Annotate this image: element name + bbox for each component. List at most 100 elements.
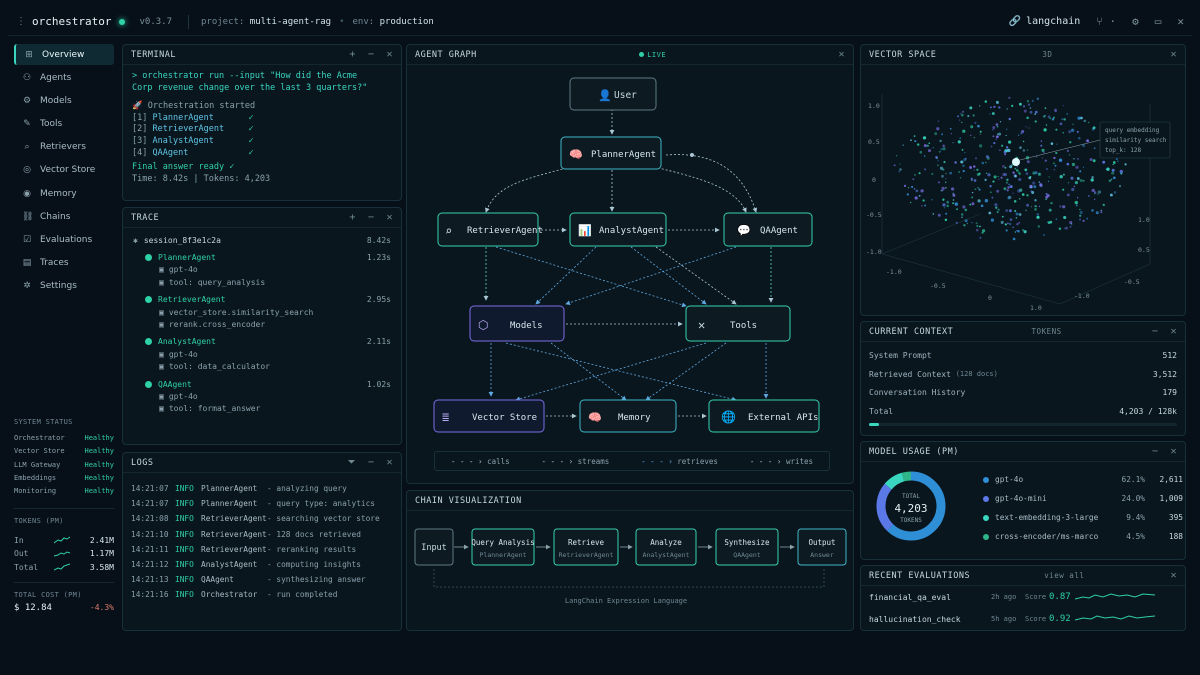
chart-icon: 📊 bbox=[578, 224, 592, 237]
branch-icon[interactable]: ⑂ · bbox=[1096, 15, 1116, 28]
sidebar: ⊞ Overview ⚇ Agents ⚙ Models ✎ Tools ⌕ Retrie… bbox=[14, 44, 114, 299]
node-memory[interactable]: 🧠 Memory bbox=[579, 399, 677, 433]
evaluations-panel: RECENT EVALUATIONS view all ✕ financial_qa… bbox=[860, 565, 1186, 631]
agent-graph-canvas: 👤 User 🧠 PlannerAgent ⌕ RetrieverAgent 📊… bbox=[433, 77, 820, 433]
close-icon[interactable]: ✕ bbox=[1177, 15, 1184, 28]
sidebar-item-models[interactable]: ⚙ Models bbox=[14, 90, 114, 111]
env-selector[interactable]: env: production bbox=[352, 17, 433, 27]
status-row: Monitoring Healthy bbox=[14, 487, 114, 496]
user-icon: 👤 bbox=[598, 89, 612, 102]
svg-text:Answer: Answer bbox=[810, 551, 834, 559]
trace-step: ▣ rerank.cross_encoder bbox=[159, 320, 266, 330]
terminal-step: [2] RetrieverAgent ✓ bbox=[132, 124, 254, 135]
evaluation-row[interactable]: hallucination_check 5h ago Score 0.92 bbox=[861, 608, 1185, 630]
chat-icon: 💬 bbox=[737, 224, 751, 237]
node-vector-store[interactable]: ≣ Vector Store bbox=[433, 399, 545, 433]
node-retriever-agent[interactable]: ⌕ RetrieverAgent bbox=[437, 212, 543, 247]
sidebar-item-overview[interactable]: ⊞ Overview bbox=[14, 44, 114, 65]
trace-session[interactable]: ✱ session_8f3e1c2a 8.42s bbox=[133, 234, 391, 246]
svg-text:Tools: Tools bbox=[730, 321, 757, 331]
minimize-icon[interactable]: − bbox=[368, 49, 375, 60]
menu-icon[interactable]: ⋮ bbox=[16, 16, 26, 27]
node-external-apis[interactable]: 🌐 External APIs bbox=[708, 399, 820, 433]
project-selector[interactable]: project: multi-agent-rag bbox=[201, 17, 331, 27]
node-models[interactable]: ⬡ Models bbox=[469, 305, 565, 342]
node-tools[interactable]: ✕ Tools bbox=[685, 305, 791, 342]
traces-icon: ▤ bbox=[22, 258, 32, 269]
close-icon[interactable]: ✕ bbox=[1170, 446, 1177, 457]
embedding-points bbox=[893, 96, 1127, 241]
sidebar-item-evaluations[interactable]: ☑ Evaluations bbox=[14, 230, 114, 251]
trace-step: ▣ gpt-4o bbox=[159, 265, 198, 275]
minimize-icon[interactable]: − bbox=[1152, 446, 1159, 457]
sidebar-item-settings[interactable]: ✲ Settings bbox=[14, 276, 114, 297]
session-icon: ✱ bbox=[133, 235, 138, 245]
sidebar-item-tools[interactable]: ✎ Tools bbox=[14, 114, 114, 135]
sidebar-item-chains[interactable]: ⛓ Chains bbox=[14, 206, 114, 227]
token-row: Total 3.58M bbox=[14, 562, 114, 572]
evaluation-row[interactable]: financial_qa_eval 2h ago Score 0.87 bbox=[861, 586, 1185, 608]
log-row: 14:21:08 INFO RetrieverAgent - searching ve… bbox=[131, 514, 380, 524]
add-icon[interactable]: + bbox=[349, 49, 356, 60]
system-status: SYSTEM STATUS Orchestrator Healthy Vector… bbox=[14, 418, 114, 613]
chain-canvas: Input Query Analysis PlannerAgent Retrie… bbox=[414, 528, 847, 605]
database-icon: ≣ bbox=[442, 410, 449, 424]
filter-icon[interactable]: ⏷ bbox=[347, 457, 356, 468]
svg-text:Synthesize: Synthesize bbox=[724, 538, 770, 547]
context-row: Total 4,203 / 128k bbox=[869, 407, 1177, 417]
trace-agent[interactable]: AnalystAgent 2.11s bbox=[133, 336, 391, 348]
context-row: System Prompt 512 bbox=[869, 350, 1177, 360]
close-icon[interactable]: ✕ bbox=[838, 49, 845, 60]
svg-text:4,203: 4,203 bbox=[894, 502, 927, 515]
node-user[interactable]: 👤 User bbox=[569, 77, 657, 111]
globe-icon: 🌐 bbox=[721, 410, 736, 424]
mode-badge[interactable]: 3D bbox=[1042, 50, 1052, 59]
view-all-link[interactable]: view all bbox=[1044, 571, 1084, 580]
langchain-link[interactable]: 🔗 langchain bbox=[1009, 16, 1081, 27]
close-icon[interactable]: ✕ bbox=[386, 457, 393, 468]
close-icon[interactable]: ✕ bbox=[1170, 326, 1177, 337]
close-icon[interactable]: ✕ bbox=[386, 212, 393, 223]
add-icon[interactable]: + bbox=[349, 212, 356, 223]
chain-step-output[interactable]: Output Answer bbox=[797, 528, 847, 566]
chain-step-input[interactable]: Input bbox=[414, 528, 454, 566]
close-icon[interactable]: ✕ bbox=[386, 49, 393, 60]
minimize-icon[interactable]: − bbox=[368, 212, 375, 223]
minimize-icon[interactable]: − bbox=[368, 457, 375, 468]
node-planner-agent[interactable]: 🧠 PlannerAgent bbox=[560, 136, 662, 170]
sparkline-icon bbox=[54, 563, 70, 571]
tick-z: 1.0 bbox=[1138, 216, 1150, 224]
model-usage-row: gpt-4o-mini 24.0% 1,009 bbox=[983, 489, 1183, 508]
trace-agent[interactable]: RetrieverAgent 2.95s bbox=[133, 294, 391, 306]
model-usage-row: gpt-4o 62.1% 2,611 bbox=[983, 470, 1183, 489]
node-analyst-agent[interactable]: 📊 AnalystAgent bbox=[569, 212, 667, 247]
terminal-stats: Time: 8.42s | Tokens: 4,203 bbox=[132, 173, 271, 184]
sidebar-item-retrievers[interactable]: ⌕ Retrievers bbox=[14, 137, 114, 158]
terminal-panel: TERMINAL + − ✕ > orchestrator run --input "… bbox=[122, 44, 402, 201]
graph-legend: - - - › calls - - - › streams - - - › re… bbox=[434, 451, 830, 471]
chain-step-query-analysis[interactable]: Query Analysis PlannerAgent bbox=[471, 528, 535, 566]
trace-agent[interactable]: PlannerAgent 1.23s bbox=[133, 251, 391, 263]
panel-title: RECENT EVALUATIONS bbox=[869, 570, 971, 581]
node-qa-agent[interactable]: 💬 QAAgent bbox=[723, 212, 813, 247]
trace-step: ▣ gpt-4o bbox=[159, 349, 198, 359]
trace-agent[interactable]: QAAgent 1.02s bbox=[133, 378, 391, 390]
chain-step-analyze[interactable]: Analyze AnalystAgent bbox=[635, 528, 697, 566]
trace-step: ▣ vector_store.similarity_search bbox=[159, 307, 314, 317]
window-icon[interactable]: ▭ bbox=[1155, 15, 1162, 28]
chain-step-synthesize[interactable]: Synthesize QAAgent bbox=[715, 528, 779, 566]
gear-icon[interactable]: ⚙ bbox=[1132, 15, 1139, 28]
chain-step-retrieve[interactable]: Retrieve RetrieverAgent bbox=[553, 528, 619, 566]
status-dot bbox=[119, 18, 126, 25]
sidebar-item-vector-store[interactable]: ◎ Vector Store bbox=[14, 160, 114, 181]
close-icon[interactable]: ✕ bbox=[1170, 49, 1177, 60]
minimize-icon[interactable]: − bbox=[1152, 326, 1159, 337]
sidebar-item-agents[interactable]: ⚇ Agents bbox=[14, 67, 114, 88]
log-row: 14:21:16 INFO Orchestrator - run completed bbox=[131, 590, 338, 600]
grid-icon: ⊞ bbox=[25, 49, 33, 60]
brain-icon: 🧠 bbox=[588, 411, 602, 424]
sidebar-item-traces[interactable]: ▤ Traces bbox=[14, 253, 114, 274]
close-icon[interactable]: ✕ bbox=[1170, 570, 1177, 581]
status-row: Embeddings Healthy bbox=[14, 473, 114, 482]
sidebar-item-memory[interactable]: ◉ Memory bbox=[14, 183, 114, 204]
